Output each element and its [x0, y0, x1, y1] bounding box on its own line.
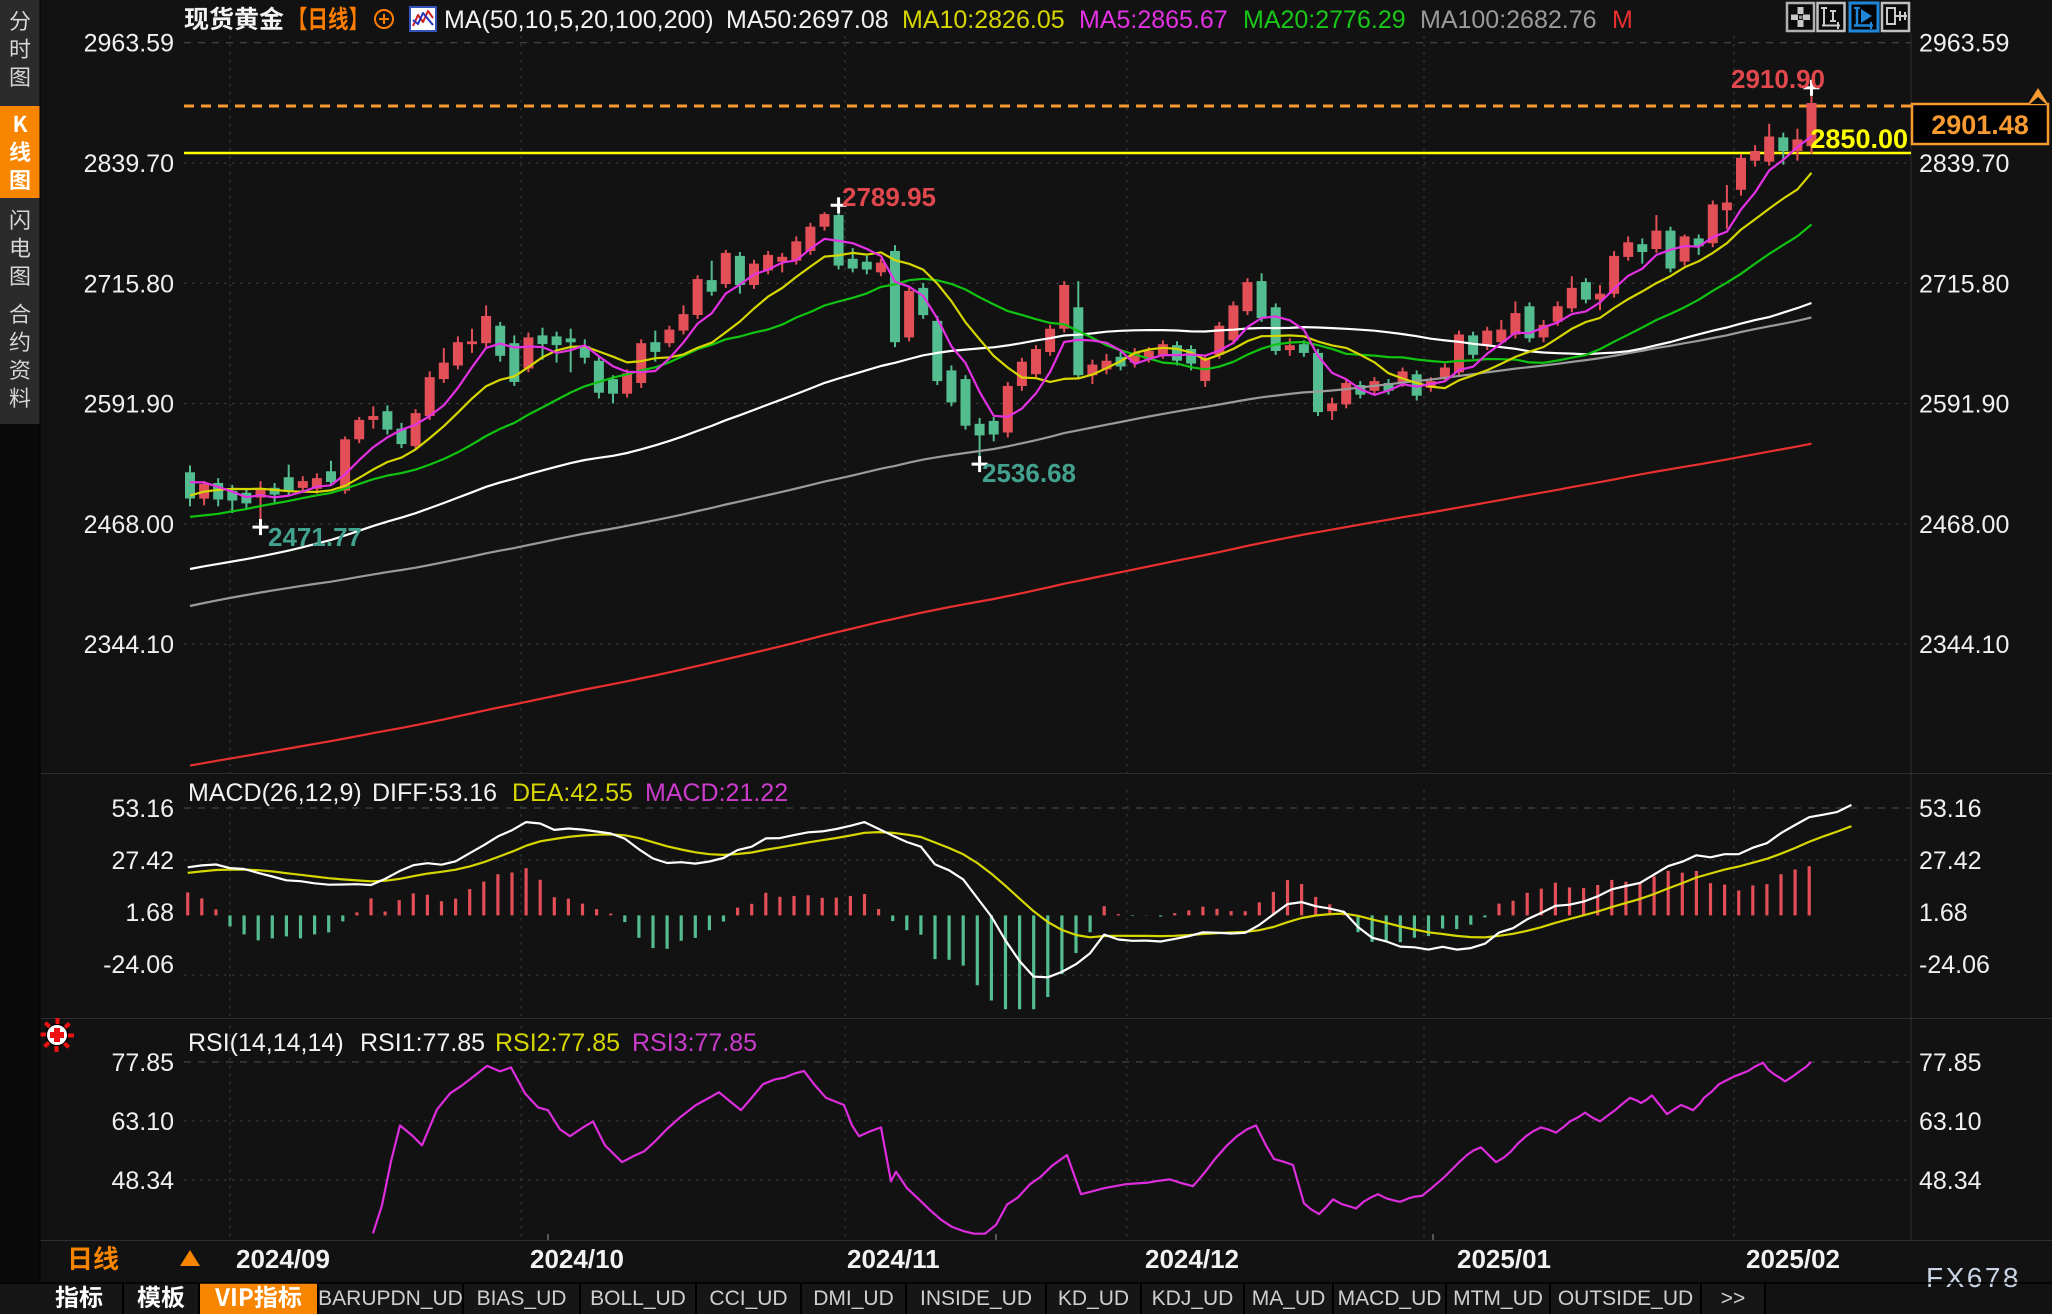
- svg-text:M: M: [1612, 6, 1633, 34]
- svg-text:2839.70: 2839.70: [1919, 150, 2009, 178]
- svg-text:CCI_UD: CCI_UD: [709, 1287, 787, 1310]
- svg-text:MACD:21.22: MACD:21.22: [645, 779, 788, 807]
- svg-text:MA_UD: MA_UD: [1252, 1287, 1326, 1310]
- svg-text:KDJ_UD: KDJ_UD: [1152, 1287, 1234, 1310]
- svg-text:1.68: 1.68: [1919, 899, 1968, 927]
- svg-text:-24.06: -24.06: [1919, 951, 1990, 979]
- svg-text:INSIDE_UD: INSIDE_UD: [920, 1287, 1032, 1310]
- svg-text:RSI2:77.85: RSI2:77.85: [495, 1029, 620, 1057]
- svg-text:2024/12: 2024/12: [1145, 1244, 1239, 1274]
- svg-text:2344.10: 2344.10: [84, 631, 174, 659]
- svg-text:2910.90: 2910.90: [1731, 64, 1825, 94]
- svg-text:MA100:2682.76: MA100:2682.76: [1420, 6, 1597, 34]
- svg-text:RSI1:77.85: RSI1:77.85: [360, 1029, 485, 1057]
- svg-text:DEA:42.55: DEA:42.55: [512, 779, 633, 807]
- svg-text:2963.59: 2963.59: [84, 30, 174, 58]
- svg-text:BARUPDN_UD: BARUPDN_UD: [318, 1287, 463, 1310]
- svg-text:MA10:2826.05: MA10:2826.05: [902, 6, 1065, 34]
- svg-text:2715.80: 2715.80: [1919, 270, 2009, 298]
- svg-text:27.42: 27.42: [111, 847, 174, 875]
- svg-text:2471.77: 2471.77: [268, 522, 362, 552]
- svg-text:MACD(26,12,9): MACD(26,12,9): [188, 779, 362, 807]
- svg-text:2591.90: 2591.90: [1919, 391, 2009, 419]
- svg-text:2468.00: 2468.00: [84, 511, 174, 539]
- svg-text:MA50:2697.08: MA50:2697.08: [726, 6, 889, 34]
- svg-text:63.10: 63.10: [111, 1108, 174, 1136]
- svg-text:MACD_UD: MACD_UD: [1338, 1287, 1442, 1310]
- svg-text:RSI3:77.85: RSI3:77.85: [632, 1029, 757, 1057]
- svg-text:2963.59: 2963.59: [1919, 30, 2009, 58]
- svg-text:DIFF:53.16: DIFF:53.16: [372, 779, 497, 807]
- svg-text:RSI(14,14,14): RSI(14,14,14): [188, 1029, 344, 1057]
- svg-text:53.16: 53.16: [1919, 795, 1982, 823]
- svg-text:2024/09: 2024/09: [236, 1244, 330, 1274]
- svg-text:FX678: FX678: [1926, 1262, 2021, 1293]
- svg-text:2789.95: 2789.95: [842, 182, 936, 212]
- svg-text:2024/11: 2024/11: [847, 1244, 940, 1274]
- svg-text:-24.06: -24.06: [103, 951, 174, 979]
- svg-text:48.34: 48.34: [1919, 1167, 1982, 1195]
- svg-text:BIAS_UD: BIAS_UD: [477, 1287, 567, 1310]
- svg-text:2025/01: 2025/01: [1457, 1244, 1551, 1274]
- svg-text:2025/02: 2025/02: [1746, 1244, 1840, 1274]
- svg-text:1.68: 1.68: [125, 899, 174, 927]
- svg-text:MA(50,10,5,20,100,200): MA(50,10,5,20,100,200): [444, 6, 714, 34]
- svg-text:BOLL_UD: BOLL_UD: [590, 1287, 686, 1310]
- svg-text:2536.68: 2536.68: [982, 458, 1076, 488]
- svg-text:63.10: 63.10: [1919, 1108, 1982, 1136]
- svg-text:DMI_UD: DMI_UD: [813, 1287, 894, 1310]
- svg-text:2901.48: 2901.48: [1931, 110, 2029, 140]
- svg-text:2839.70: 2839.70: [84, 150, 174, 178]
- svg-text:27.42: 27.42: [1919, 847, 1982, 875]
- svg-text:KD_UD: KD_UD: [1058, 1287, 1129, 1310]
- svg-text:2024/10: 2024/10: [530, 1244, 624, 1274]
- svg-text:53.16: 53.16: [111, 795, 174, 823]
- svg-text:77.85: 77.85: [111, 1049, 174, 1077]
- svg-text:MTM_UD: MTM_UD: [1453, 1287, 1543, 1310]
- svg-text:MA20:2776.29: MA20:2776.29: [1243, 6, 1406, 34]
- svg-text:77.85: 77.85: [1919, 1049, 1982, 1077]
- svg-text:>>: >>: [1721, 1287, 1746, 1310]
- svg-text:2468.00: 2468.00: [1919, 511, 2009, 539]
- svg-text:2344.10: 2344.10: [1919, 631, 2009, 659]
- svg-text:2715.80: 2715.80: [84, 270, 174, 298]
- svg-text:MA5:2865.67: MA5:2865.67: [1079, 6, 1228, 34]
- svg-text:2850.00: 2850.00: [1810, 124, 1908, 154]
- svg-text:48.34: 48.34: [111, 1167, 174, 1195]
- svg-text:OUTSIDE_UD: OUTSIDE_UD: [1558, 1287, 1693, 1310]
- svg-text:2591.90: 2591.90: [84, 391, 174, 419]
